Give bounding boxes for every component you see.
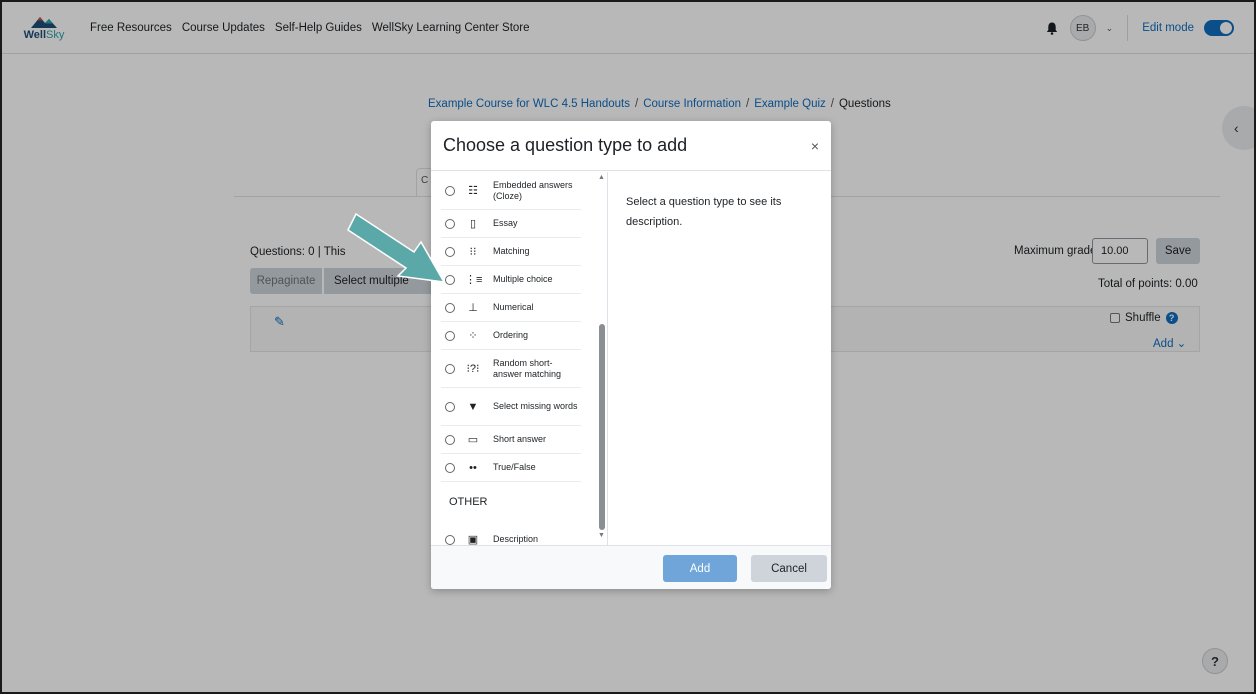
option-label: Ordering <box>493 330 529 340</box>
option-label: Essay <box>493 218 518 228</box>
radio-button[interactable] <box>445 363 455 374</box>
select-missing-words-icon: ▼ <box>467 400 479 413</box>
other-heading: OTHER <box>449 496 488 508</box>
scroll-up-arrow-icon[interactable]: ▲ <box>598 174 605 181</box>
option-label: Random short-answer matching <box>493 357 562 379</box>
scroll-thumb[interactable] <box>599 324 605 530</box>
short-answer-icon: ▭ <box>467 434 479 446</box>
list-scrollbar[interactable]: ▲ ▼ <box>597 172 607 545</box>
option-select-missing-words[interactable]: ▼ Select missing words <box>441 388 581 426</box>
option-description[interactable]: ▣ Description <box>441 526 581 545</box>
radio-button[interactable] <box>445 534 455 545</box>
annotation-arrow-icon <box>347 212 446 283</box>
scroll-down-arrow-icon[interactable]: ▼ <box>598 532 605 539</box>
option-short-answer[interactable]: ▭ Short answer <box>441 426 581 454</box>
option-label: Numerical <box>493 302 534 312</box>
radio-button[interactable] <box>445 302 455 313</box>
radio-button[interactable] <box>445 401 455 412</box>
dialog-header: Choose a question type to add × <box>431 121 831 171</box>
multiple-choice-icon: ⋮≡ <box>465 274 483 286</box>
random-short-answer-icon: ⁝?⁝ <box>466 363 480 375</box>
option-random-short-answer[interactable]: ⁝?⁝ Random short-answer matching <box>441 350 581 388</box>
option-essay[interactable]: ▯ Essay <box>441 210 581 238</box>
cloze-icon: ☷ <box>468 185 478 197</box>
numerical-icon: ⊥ <box>468 302 478 314</box>
radio-button[interactable] <box>445 185 455 196</box>
option-label: Multiple choice <box>493 274 553 284</box>
option-ordering[interactable]: ⁘ Ordering <box>441 322 581 350</box>
dialog-body: ☷ Embedded answers (Cloze) ▯ Essay ⁝⁝ Ma… <box>431 172 831 545</box>
essay-icon: ▯ <box>469 218 477 230</box>
close-icon[interactable]: × <box>811 138 819 154</box>
option-label: Short answer <box>493 434 547 444</box>
radio-button[interactable] <box>445 330 455 341</box>
matching-icon: ⁝⁝ <box>469 246 477 258</box>
radio-button[interactable] <box>445 462 455 473</box>
option-numerical[interactable]: ⊥ Numerical <box>441 294 581 322</box>
cancel-button[interactable]: Cancel <box>751 555 827 582</box>
option-matching[interactable]: ⁝⁝ Matching <box>441 238 581 266</box>
question-type-dialog: Choose a question type to add × ☷ Embedd… <box>431 121 831 589</box>
option-label: Description <box>493 534 539 544</box>
true-false-icon: •• <box>469 461 477 474</box>
option-true-false[interactable]: •• True/False <box>441 454 581 482</box>
ordering-icon: ⁘ <box>468 330 478 342</box>
option-multiple-choice[interactable]: ⋮≡ Multiple choice <box>441 266 581 294</box>
add-button[interactable]: Add <box>663 555 737 582</box>
dialog-footer: Add Cancel <box>431 545 831 589</box>
radio-button[interactable] <box>445 434 455 445</box>
option-cloze[interactable]: ☷ Embedded answers (Cloze) <box>441 172 581 210</box>
option-label: Matching <box>493 246 530 256</box>
option-label: True/False <box>493 462 536 472</box>
description-icon: ▣ <box>467 534 479 545</box>
dialog-title: Choose a question type to add <box>443 135 688 155</box>
app-frame: WellSky Free Resources Course Updates Se… <box>0 0 1256 694</box>
option-label: Select missing words <box>493 401 578 411</box>
question-type-description: Select a question type to see its descri… <box>607 172 831 545</box>
option-label: Embedded answers (Cloze) <box>493 179 573 201</box>
